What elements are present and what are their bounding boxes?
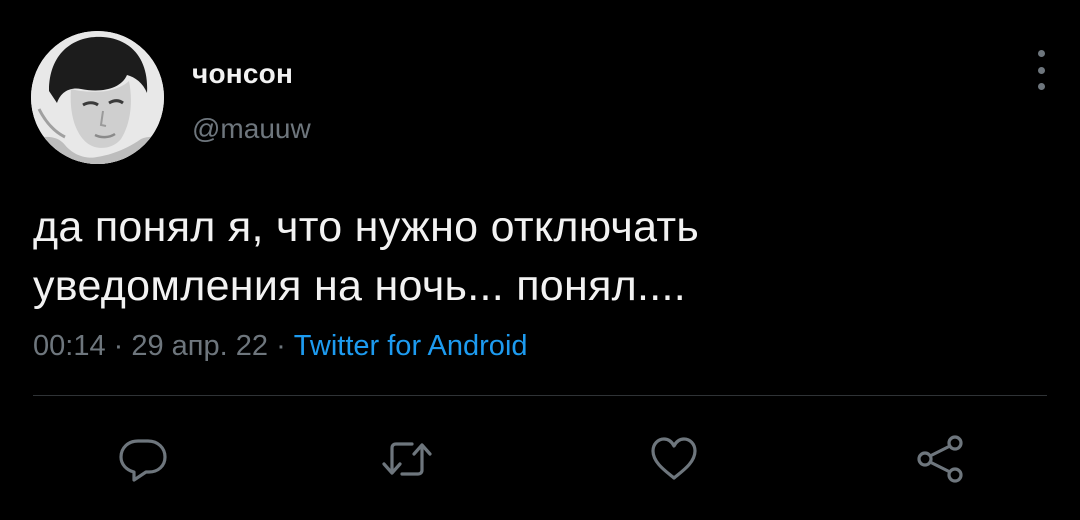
share-icon [917,435,963,483]
more-dot-icon [1037,50,1045,57]
more-options-button[interactable] [1027,50,1055,90]
tweet-card: чонсон @mauuw да понял я, что нужно откл… [0,0,1080,520]
more-dot-icon [1037,66,1045,74]
more-dot-icon [1037,83,1045,90]
retweet-icon [382,442,432,476]
tweet-text-line-2: уведомления на ночь... понял.... [33,262,687,310]
user-handle[interactable]: @mauuw [192,113,311,145]
display-name[interactable]: чонсон [192,58,293,90]
tweet-date[interactable]: 29 апр. 22 [131,330,268,362]
meta-separator: · [268,330,294,362]
tweet-text-line-1: да понял я, что нужно отключать [33,203,700,251]
tweet-source-link[interactable]: Twitter for Android [294,330,528,362]
share-button[interactable] [914,432,968,486]
divider [33,395,1047,396]
avatar[interactable] [31,31,164,164]
tweet-text: да понял я, что нужно отключать уведомле… [33,198,1033,316]
tweet-time[interactable]: 00:14 [33,330,106,362]
avatar-image [31,31,164,164]
reply-button[interactable] [116,432,170,486]
like-button[interactable] [647,432,701,486]
retweet-button[interactable] [380,432,434,486]
meta-separator: · [105,330,132,362]
tweet-meta: 00:14 · 29 апр. 22 · Twitter for Android [33,330,528,363]
heart-icon [651,437,697,480]
reply-icon [119,439,167,482]
